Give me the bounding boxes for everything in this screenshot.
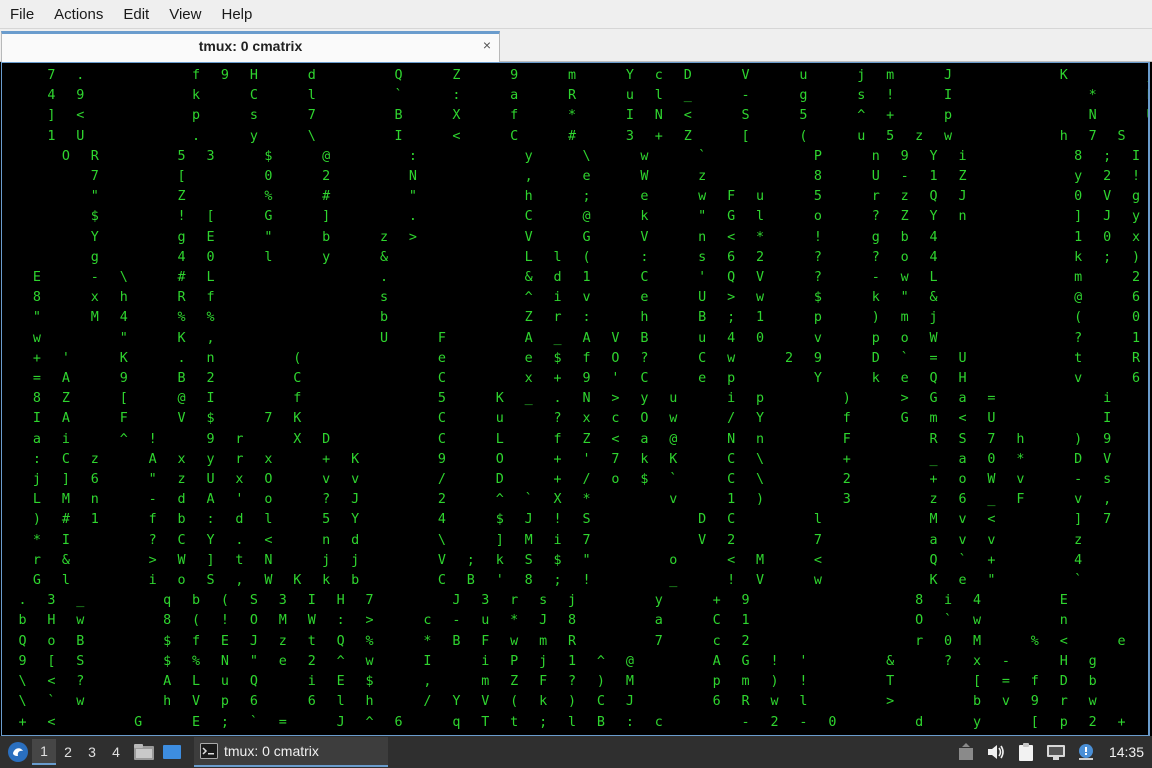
workspace-4[interactable]: 4 [104, 739, 128, 765]
tab-bar: tmux: 0 cmatrix × [0, 29, 1152, 62]
menu-actions[interactable]: Actions [44, 0, 113, 29]
taskbar: 1 2 3 4 tmux: 0 cmatrix 14:35 [0, 736, 1152, 768]
terminal-view[interactable]: 7 . f 9 H d Q Z 9 m Y c D V u j m J K j … [1, 62, 1150, 736]
menu-edit[interactable]: Edit [113, 0, 159, 29]
terminal-icon [200, 743, 218, 759]
desktop-icon[interactable] [160, 740, 184, 764]
menu-view[interactable]: View [159, 0, 211, 29]
workspace-3[interactable]: 3 [80, 739, 104, 765]
menu-bar: File Actions Edit View Help [0, 0, 1152, 29]
volume-icon[interactable] [983, 739, 1009, 765]
workspace-2[interactable]: 2 [56, 739, 80, 765]
menu-help[interactable]: Help [211, 0, 262, 29]
clipboard-icon[interactable] [1013, 739, 1039, 765]
taskbar-task-terminal[interactable]: tmux: 0 cmatrix [194, 737, 388, 767]
network-icon[interactable] [1043, 739, 1069, 765]
start-menu-icon[interactable] [4, 738, 32, 766]
system-tray: 14:35 [953, 736, 1152, 768]
workspace-1[interactable]: 1 [32, 739, 56, 765]
clock: 14:35 [1108, 744, 1144, 760]
notification-icon[interactable] [1073, 739, 1099, 765]
matrix-rain-text: 7 . f 9 H d Q Z 9 m Y c D V u j m J K j … [18, 68, 1148, 735]
keyboard-icon[interactable] [953, 739, 979, 765]
close-icon[interactable]: × [483, 37, 491, 53]
task-label: tmux: 0 cmatrix [224, 743, 319, 759]
tab-title: tmux: 0 cmatrix [198, 38, 303, 54]
terminal-tab[interactable]: tmux: 0 cmatrix × [1, 31, 500, 62]
file-manager-icon[interactable] [132, 740, 156, 764]
menu-file[interactable]: File [0, 0, 44, 29]
